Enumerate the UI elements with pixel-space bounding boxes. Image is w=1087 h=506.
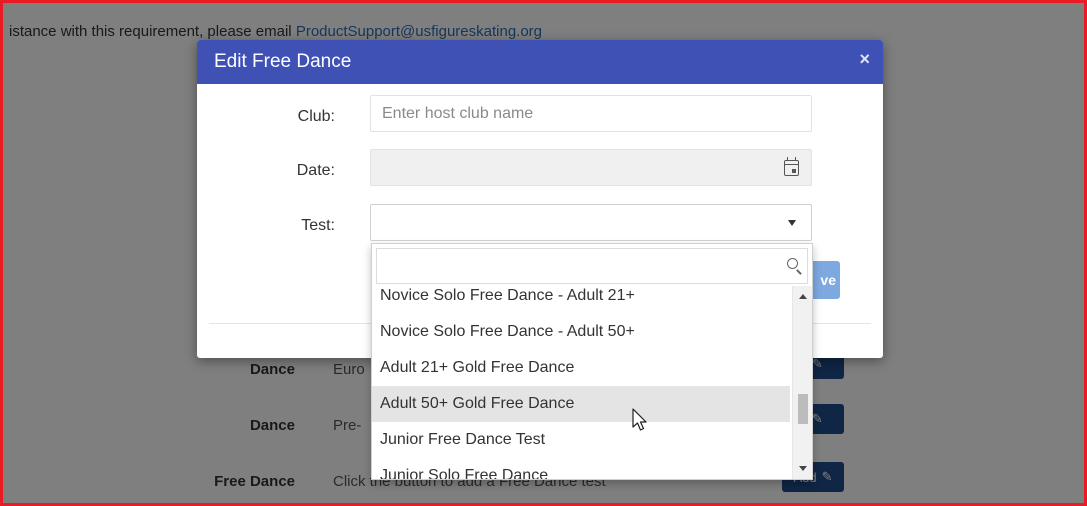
scrollbar-thumb[interactable] [798,394,808,424]
close-icon[interactable]: × [859,49,870,70]
dropdown-option[interactable]: Adult 21+ Gold Free Dance [372,350,790,386]
club-input[interactable]: Enter host club name [370,95,812,132]
date-label: Date: [296,162,335,179]
date-input[interactable] [370,149,812,186]
club-input-placeholder: Enter host club name [382,104,534,122]
caret-down-icon[interactable] [788,220,796,226]
dropdown-search-input[interactable] [376,248,808,284]
dropdown-option[interactable]: Junior Solo Free Dance [372,458,790,479]
calendar-icon[interactable] [784,157,799,176]
scroll-down-icon[interactable] [799,466,807,471]
dropdown-option[interactable]: Novice Solo Free Dance - Adult 21+ [372,286,790,314]
mouse-pointer-icon [632,408,647,431]
modal-header: Edit Free Dance × [197,40,883,84]
test-label: Test: [301,217,335,234]
test-dropdown: Novice Solo Free Dance - Adult 21+ Novic… [371,243,813,480]
search-icon [787,258,798,269]
scroll-up-icon[interactable] [799,294,807,299]
dropdown-scrollbar[interactable] [792,286,812,479]
test-select[interactable] [370,204,812,241]
dropdown-option[interactable]: Junior Free Dance Test [372,422,790,458]
dropdown-options-list: Novice Solo Free Dance - Adult 21+ Novic… [372,286,790,479]
screenshot-frame: istance with this requirement, please em… [0,0,1087,506]
save-button-label: ve [820,272,836,288]
club-label: Club: [297,108,335,125]
modal-title: Edit Free Dance [214,51,352,72]
dropdown-option[interactable]: Novice Solo Free Dance - Adult 50+ [372,314,790,350]
dropdown-option-hovered[interactable]: Adult 50+ Gold Free Dance [372,386,790,422]
